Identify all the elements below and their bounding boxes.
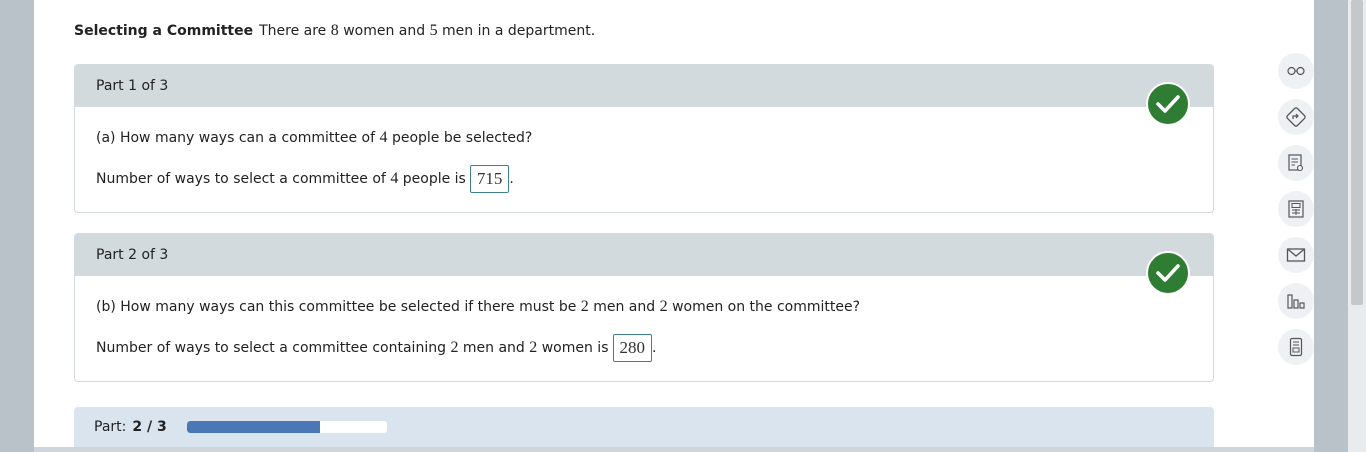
- progress-bar-fill: [186, 421, 321, 433]
- part-2-correct-check-icon: [1146, 251, 1190, 295]
- part-1-answer-line: Number of ways to select a committee of …: [96, 165, 514, 193]
- calculator-icon[interactable]: [1278, 191, 1314, 227]
- part-1-question: (a) How many ways can a committee of 4 p…: [96, 129, 533, 146]
- mail-icon[interactable]: [1278, 237, 1314, 273]
- part-2-card: Part 2 of 3 (b) How many ways can this c…: [74, 233, 1214, 382]
- part-2-header[interactable]: Part 2 of 3: [75, 234, 1213, 276]
- part-1-answer-input[interactable]: 715: [469, 165, 510, 193]
- part-1-correct-check-icon: [1146, 82, 1190, 126]
- part-progress: Part: 2 / 3: [74, 407, 1214, 447]
- part-1-card: Part 1 of 3 (a) How many ways can a comm…: [74, 64, 1214, 213]
- part-2-question: (b) How many ways can this committee be …: [96, 298, 861, 315]
- progress-bar: [186, 421, 387, 433]
- chart-icon[interactable]: [1278, 283, 1314, 319]
- progress-label: Part:: [94, 419, 127, 435]
- part-2-answer-line: Number of ways to select a committee con…: [96, 334, 656, 362]
- part-1-header[interactable]: Part 1 of 3: [75, 65, 1213, 107]
- phone-icon[interactable]: [1278, 329, 1314, 365]
- progress-value: 2 / 3: [132, 419, 167, 435]
- problem-title: Selecting a Committee: [74, 23, 254, 39]
- part-2-answer-input[interactable]: 280: [612, 334, 652, 362]
- glasses-icon[interactable]: [1278, 53, 1314, 89]
- main-page: Selecting a Committee There are 8 women a…: [34, 0, 1314, 452]
- directions-icon[interactable]: [1278, 99, 1314, 135]
- page-bottom-border: [34, 447, 1314, 452]
- vertical-scrollbar[interactable]: [1348, 0, 1366, 452]
- problem-intro: Selecting a Committee There are 8 women a…: [74, 22, 596, 39]
- scrollbar-thumb[interactable]: [1351, 0, 1363, 305]
- notes-icon[interactable]: [1278, 145, 1314, 181]
